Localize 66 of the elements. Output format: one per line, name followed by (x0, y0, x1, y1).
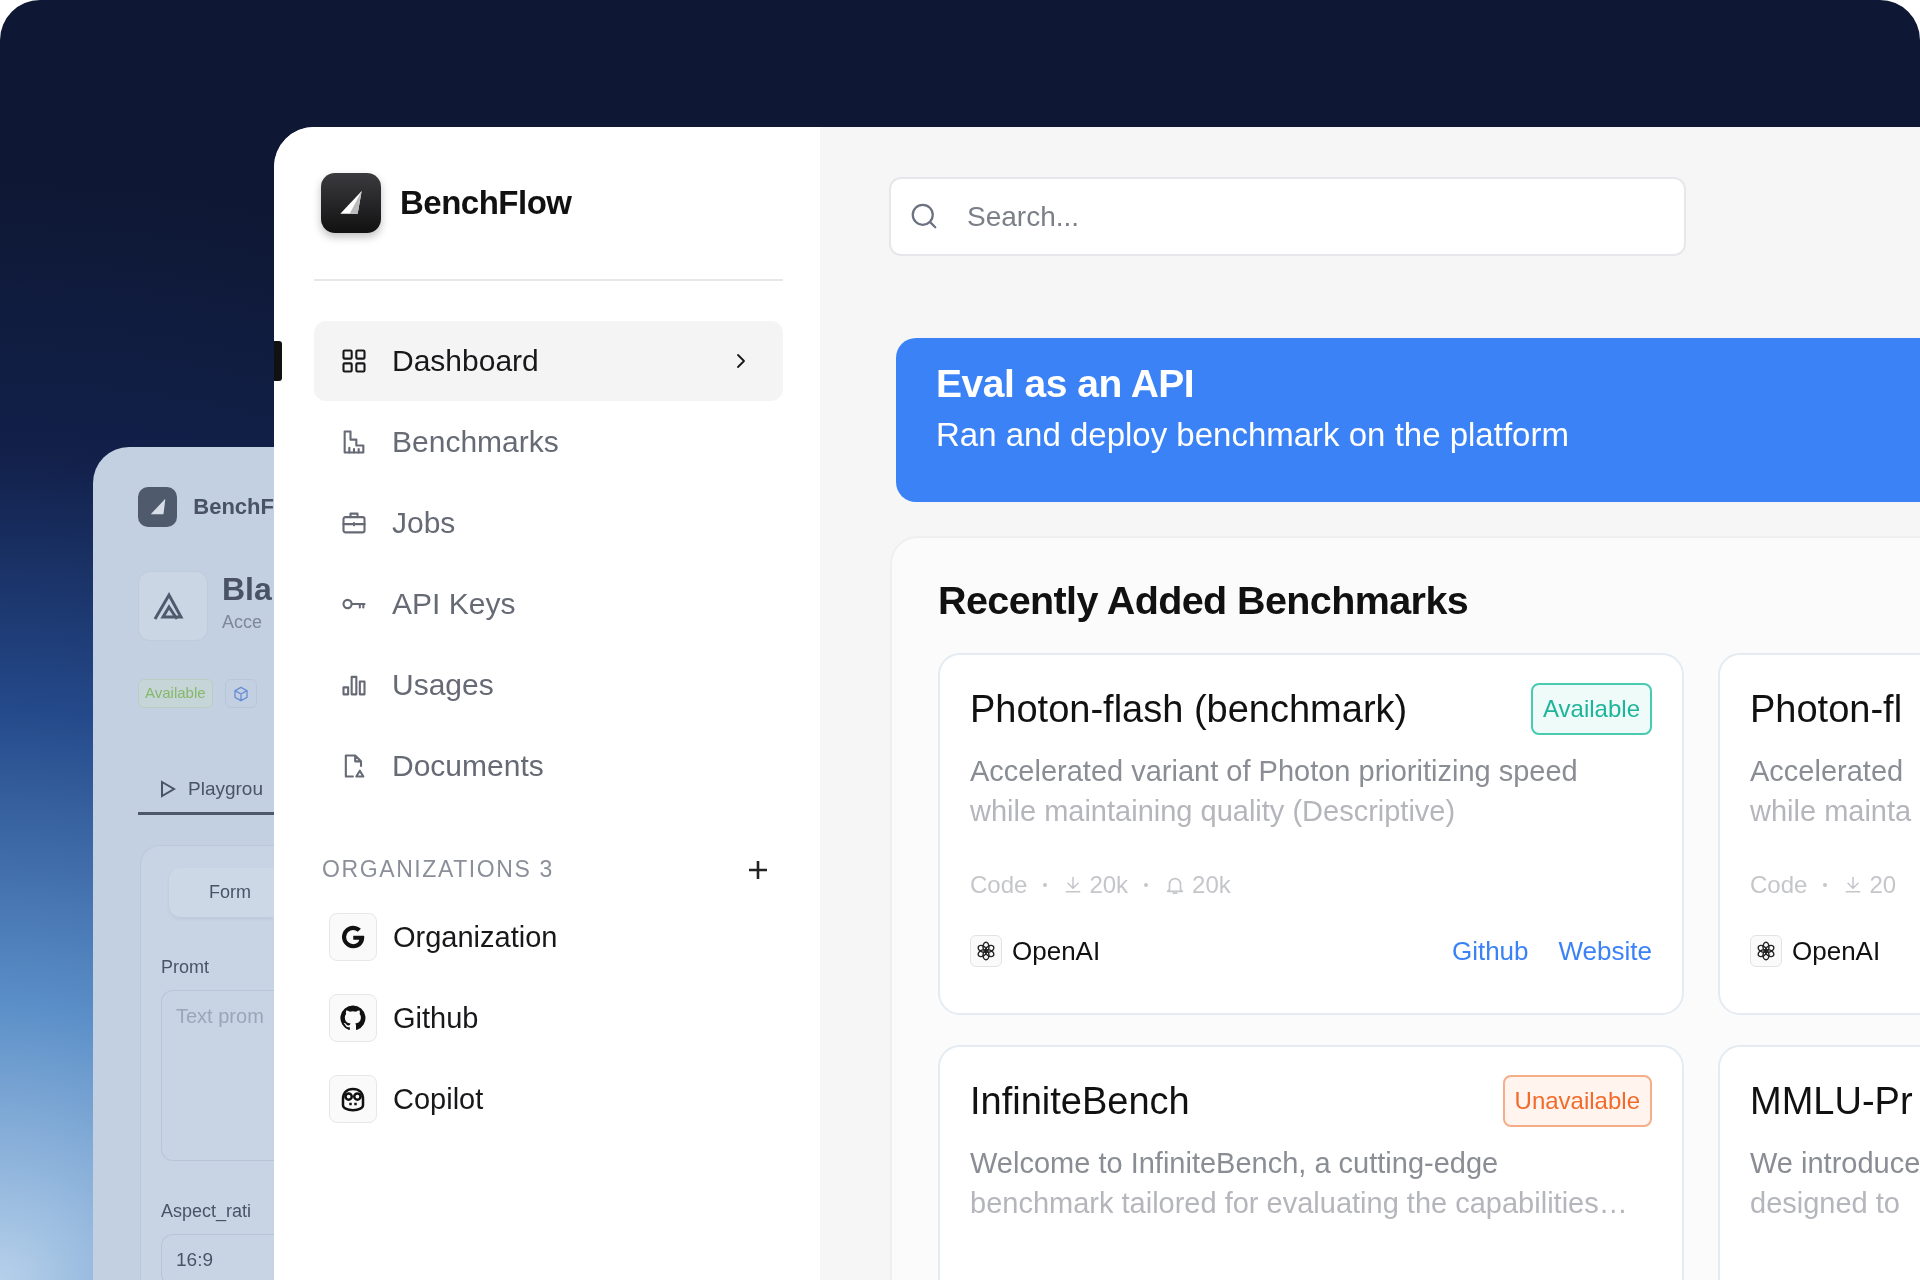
status-badge: Available (1531, 683, 1652, 735)
google-g-icon (329, 913, 377, 961)
knot-logo-icon (1750, 935, 1782, 967)
nav-item[interactable]: Benchmarks (314, 402, 783, 482)
download-count: 20 (1869, 871, 1897, 899)
grid-icon (340, 347, 368, 375)
form-button[interactable]: Form (169, 868, 274, 917)
description-line: Welcome to InfiniteBench, a cutting-edge (970, 1146, 1500, 1181)
status-badge: Unavailable (1502, 1075, 1652, 1127)
model-title: Bla (222, 571, 272, 608)
aspect-ratio-label: Aspect_rati (161, 1201, 253, 1222)
logo-icon (138, 487, 178, 527)
nav-item[interactable]: Jobs (314, 483, 783, 563)
knot-logo-icon (970, 935, 1002, 967)
organization-item[interactable]: Copilot (314, 1067, 783, 1131)
add-icon[interactable] (747, 858, 769, 881)
status-badge: Available (138, 679, 213, 708)
tab-label: Playgrou (188, 778, 263, 800)
provider-name: OpenAI (1792, 935, 1881, 967)
banner-title: Eval as an API (936, 362, 1196, 406)
source-label: Code (970, 871, 1028, 899)
description-line: designed to (1750, 1186, 1901, 1221)
separator-dot (1043, 883, 1048, 887)
provider-name: OpenAI (1012, 935, 1101, 967)
model-subtitle: Acce (222, 612, 264, 633)
logo-icon (321, 173, 381, 233)
search-field[interactable]: Search... (889, 177, 1686, 256)
benchmark-card[interactable]: Photon-fl Accelerated while mainta Code 20 OpenAI (1718, 653, 1920, 1015)
source-label: Code (1750, 871, 1808, 899)
download-count: 20k (1089, 871, 1129, 899)
robot-head-icon (329, 1075, 377, 1123)
benchmark-title: Photon-flash (benchmark) (970, 687, 1408, 731)
description-line: Accelerated (1750, 754, 1905, 789)
description-line: Accelerated variant of Photon prioritizing speed (970, 754, 1579, 789)
mountain-logo-icon (138, 571, 208, 641)
link[interactable]: Github (1451, 935, 1529, 967)
app-name: BenchF (193, 494, 274, 520)
cube-icon (224, 679, 257, 708)
section-heading: ORGANIZATIONS 3 (322, 856, 554, 883)
organization-item[interactable]: Organization (314, 905, 783, 969)
separator-dot (1823, 883, 1828, 887)
benchmark-title: InfiniteBench (970, 1079, 1190, 1123)
benchmark-card[interactable]: MMLU-Pr We introduce designed to (1718, 1045, 1920, 1280)
octocat-icon (329, 994, 377, 1042)
like-count: 20k (1192, 871, 1231, 899)
active-indicator (274, 341, 282, 381)
section-title: Recently Added Benchmarks (938, 578, 1470, 623)
nav-item[interactable]: API Keys (314, 564, 783, 644)
link[interactable]: Website (1558, 935, 1652, 967)
benchmark-title: Photon-fl (1750, 687, 1903, 731)
description-line: while maintaining quality (Descriptive) (970, 794, 1457, 829)
nav-item[interactable]: Usages (314, 645, 783, 725)
description-line: while mainta (1750, 794, 1913, 829)
play-icon (160, 780, 176, 798)
organization-item[interactable]: Github (314, 986, 783, 1050)
prompt-label: Promt (161, 957, 210, 978)
separator-dot (1144, 883, 1149, 887)
app-name: BenchFlow (400, 184, 572, 222)
banner-subtitle: Ran and deploy benchmark on the platform (936, 416, 1570, 454)
description-line: benchmark tailored for evaluating the capabilities… (970, 1186, 1629, 1221)
description-line: We introduce (1750, 1146, 1920, 1181)
benchmark-card[interactable]: Photon-flash (benchmark) Available Accelerated variant of Photon prioritizing speed while maintaining quality (Descriptive) Code 20k 20k OpenAI Github Website (938, 653, 1684, 1015)
benchmark-card[interactable]: InfiniteBench Unavailable Welcome to InfiniteBench, a cutting-edge benchmark tailored for evaluating the capabilities… (938, 1045, 1684, 1280)
search-icon (909, 201, 939, 231)
nav-item[interactable]: Documents (314, 726, 783, 806)
benchmark-title: MMLU-Pr (1750, 1079, 1913, 1123)
